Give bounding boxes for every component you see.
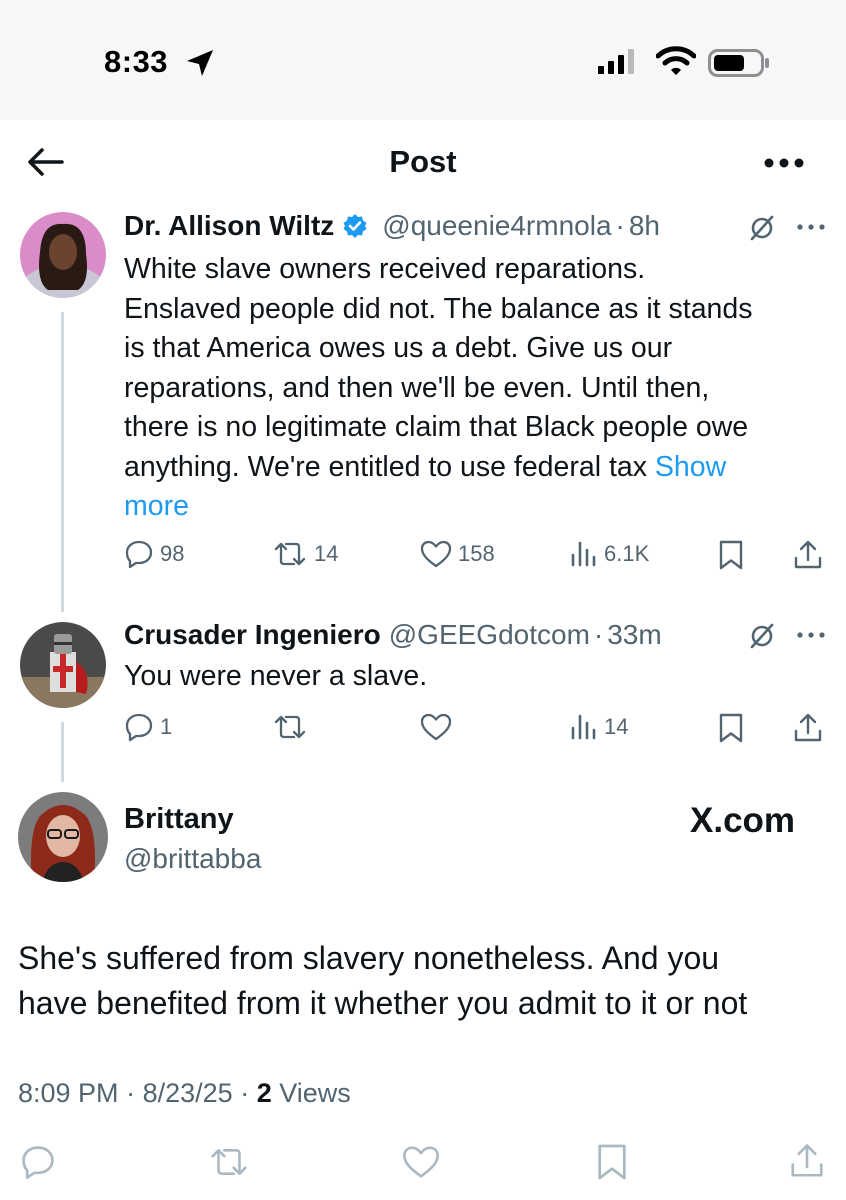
thread-line	[61, 312, 64, 612]
heart-icon	[420, 540, 452, 568]
post-time[interactable]: 8h	[629, 210, 660, 242]
post-text: White slave owners received reparations.…	[124, 250, 824, 527]
thread-line	[61, 722, 64, 782]
post-text-line: there is no legitimate claim that Black …	[124, 411, 749, 443]
show-more-link-continued[interactable]: more	[124, 490, 189, 522]
author-name[interactable]: Crusader Ingeniero	[124, 619, 381, 651]
views-count: 2	[256, 1078, 272, 1108]
cellular-signal-icon	[598, 49, 634, 74]
post-date[interactable]: 8/23/25	[143, 1078, 233, 1108]
separator-dot: ·	[126, 1078, 136, 1108]
quote-text-line: have benefited from it whether you admit…	[18, 985, 748, 1021]
quote-author-name[interactable]: Brittany	[124, 803, 234, 836]
quote-text-line: She's suffered from slavery nonetheless.…	[18, 940, 720, 976]
reply-button[interactable]: 98	[124, 539, 184, 569]
views-button[interactable]: 14	[568, 712, 628, 742]
reply-count: 98	[160, 541, 185, 566]
heart-icon	[420, 713, 452, 741]
heart-icon[interactable]	[402, 1144, 440, 1180]
avatar-brittany[interactable]	[18, 792, 108, 882]
author-handle[interactable]: @GEEGdotcom	[389, 619, 590, 651]
location-arrow-icon	[187, 50, 213, 76]
share-icon[interactable]	[788, 1142, 826, 1180]
avatar-crusader-ingeniero[interactable]	[20, 622, 106, 708]
post-text-line: anything. We're entitled to use federal …	[124, 450, 727, 483]
reply-icon	[125, 713, 153, 742]
verified-badge-icon	[342, 213, 368, 239]
grok-icon[interactable]	[748, 214, 776, 242]
separator-dot: ·	[593, 619, 604, 650]
post-time[interactable]: 33m	[607, 619, 661, 651]
reply-icon[interactable]	[20, 1144, 56, 1180]
share-button[interactable]	[792, 712, 824, 744]
avatar-allison-wiltz[interactable]	[20, 212, 106, 298]
reply-button[interactable]: 1	[124, 712, 172, 742]
quote-author-handle[interactable]: @brittabba	[124, 843, 261, 875]
battery-icon	[708, 49, 769, 77]
separator-dot: ·	[615, 210, 625, 241]
like-button[interactable]: 158	[420, 539, 495, 569]
separator-dot: ·	[240, 1078, 250, 1108]
post-meta: 8:09 PM · 8/23/25 · 2 Views	[18, 1078, 351, 1109]
quote-text: She's suffered from slavery nonetheless.…	[18, 936, 838, 1026]
like-button[interactable]	[420, 712, 452, 742]
post-text-line: Enslaved people did not. The balance as …	[124, 292, 753, 325]
author-name[interactable]: Dr. Allison Wiltz	[124, 210, 334, 242]
post-text-line: is that America owes us a debt. Give us …	[124, 332, 673, 364]
share-button[interactable]	[792, 539, 824, 571]
page-title: Post	[389, 144, 457, 179]
x-com-watermark: X.com	[690, 801, 796, 840]
bookmark-button[interactable]	[718, 712, 744, 744]
post-more-icon[interactable]	[796, 630, 826, 640]
views-count: 6.1K	[604, 541, 650, 566]
post-author-row: Crusader Ingeniero @GEEGdotcom · 33m	[124, 619, 662, 651]
bookmark-icon[interactable]	[596, 1142, 628, 1182]
wifi-icon	[656, 46, 696, 75]
share-icon	[794, 713, 822, 742]
bookmark-icon	[719, 540, 743, 570]
repost-icon[interactable]	[208, 1144, 250, 1180]
post-more-icon[interactable]	[796, 222, 826, 232]
post-author-row: Dr. Allison Wiltz @queenie4rmnola · 8h	[124, 210, 660, 242]
views-button[interactable]: 6.1K	[568, 539, 649, 569]
post-text: You were never a slave.	[124, 660, 428, 692]
views-count: 14	[604, 714, 629, 739]
views-icon	[571, 714, 596, 740]
post-timestamp[interactable]: 8:09 PM	[18, 1078, 119, 1108]
views-label: Views	[279, 1078, 351, 1108]
top-nav: Post	[0, 120, 846, 200]
reply-count: 1	[160, 714, 173, 739]
bookmark-icon	[719, 713, 743, 743]
views-icon	[571, 541, 596, 567]
like-count: 158	[458, 541, 495, 566]
share-icon	[794, 540, 822, 569]
status-time: 8:33	[104, 44, 169, 79]
status-bar: 8:33	[0, 0, 846, 120]
more-options-icon[interactable]	[762, 148, 806, 178]
repost-button[interactable]: 14	[272, 539, 338, 569]
repost-icon	[274, 542, 306, 566]
bookmark-button[interactable]	[718, 539, 744, 571]
post-text-line: reparations, and then we'll be even. Unt…	[124, 371, 710, 404]
repost-icon	[274, 715, 306, 739]
author-handle[interactable]: @queenie4rmnola	[382, 210, 611, 242]
repost-count: 14	[314, 541, 339, 566]
show-more-link[interactable]: Show	[655, 451, 726, 483]
grok-icon[interactable]	[748, 622, 776, 650]
repost-button[interactable]	[272, 712, 308, 742]
reply-icon	[125, 540, 153, 569]
post-text-line: White slave owners received reparations.	[124, 253, 646, 285]
